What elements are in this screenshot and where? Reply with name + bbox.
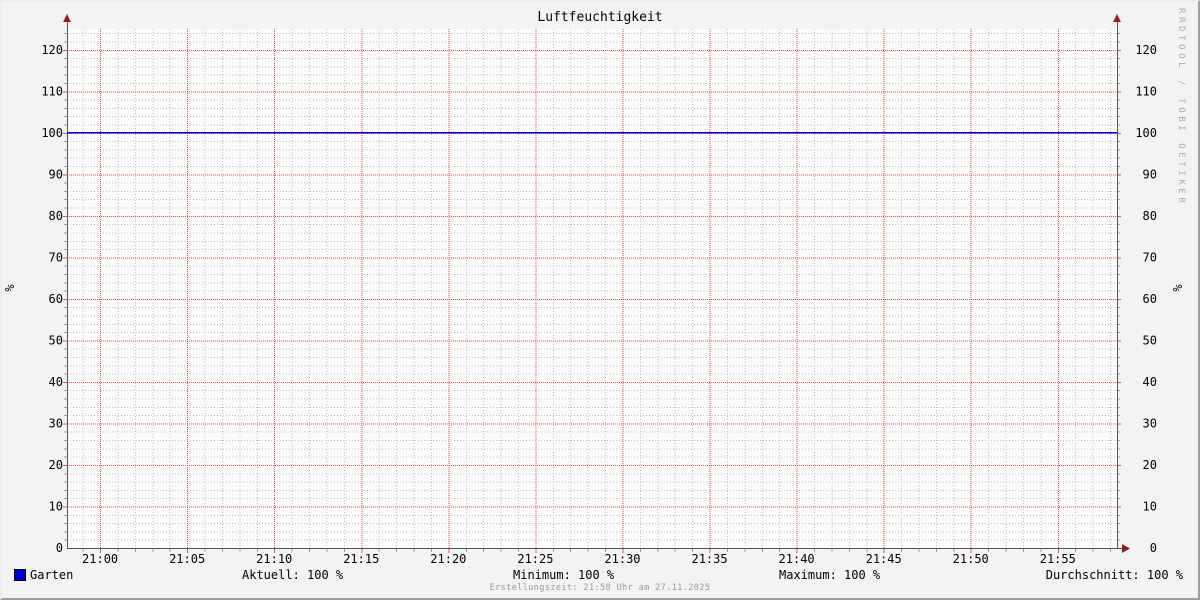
y-tick-label-left: 60 xyxy=(49,292,63,306)
y-tick-label-left: 100 xyxy=(41,126,63,140)
y-tick-label-right: 50 xyxy=(1143,333,1157,347)
x-tick-label: 21:40 xyxy=(779,552,815,566)
chart-canvas xyxy=(67,29,1117,548)
x-tick-label: 21:50 xyxy=(953,552,989,566)
stat-maximum: Maximum: 100 % xyxy=(779,568,881,582)
y-tick-label-left: 110 xyxy=(41,84,63,98)
y-tick-label-right: 30 xyxy=(1143,416,1157,430)
y-tick-label-right: 100 xyxy=(1135,126,1157,140)
chart-plot-area: 0 0 10 10 20 20 30 30 40 40 50 50 60 60 70 70 80 80 90 90 10… xyxy=(41,14,1157,566)
stat-durchschnitt: Durchschnitt: 100 % xyxy=(1045,568,1183,582)
y-tick-label-right: 60 xyxy=(1143,292,1157,306)
y-tick-label-right: 90 xyxy=(1143,167,1157,181)
y-tick-label-right: 0 xyxy=(1150,541,1157,555)
y-tick-label-left: 90 xyxy=(49,167,63,181)
x-tick-label: 21:45 xyxy=(866,552,902,566)
y-tick-label-left: 80 xyxy=(49,209,63,223)
rrdtool-watermark: RRDTOOL / TOBI OETIKER xyxy=(1176,8,1186,207)
legend-color-swatch xyxy=(14,569,26,581)
x-tick-label: 21:20 xyxy=(430,552,466,566)
y-tick-label-left: 50 xyxy=(49,333,63,347)
y-tick-label-left: 20 xyxy=(49,458,63,472)
y-tick-label-left: 70 xyxy=(49,250,63,264)
x-tick-label: 21:15 xyxy=(343,552,379,566)
rrdtool-graph-window: { "title": "Luftfeuchtigkeit", "watermar… xyxy=(0,0,1200,600)
x-tick-label: 21:35 xyxy=(691,552,727,566)
creation-timestamp: Erstellungszeit: 21:58 Uhr am 27.11.2025 xyxy=(489,583,711,593)
chart-title: Luftfeuchtigkeit xyxy=(537,10,663,25)
y-tick-label-right: 70 xyxy=(1143,250,1157,264)
legend-series-label: Garten xyxy=(30,568,74,582)
y-tick-label-left: 120 xyxy=(41,43,63,57)
y-tick-label-left: 10 xyxy=(49,499,63,513)
y-axis-label-left: % xyxy=(3,284,17,292)
y-tick-label-right: 110 xyxy=(1135,84,1157,98)
x-tick-label: 21:00 xyxy=(82,552,118,566)
y-tick-label-left: 30 xyxy=(49,416,63,430)
x-axis-arrow xyxy=(1122,544,1130,553)
stat-minimum: Minimum: 100 % xyxy=(513,568,615,582)
x-tick-label: 21:05 xyxy=(169,552,205,566)
stat-aktuell: Aktuell: 100 % xyxy=(242,568,344,582)
y-tick-label-right: 20 xyxy=(1143,458,1157,472)
y-tick-label-right: 80 xyxy=(1143,209,1157,223)
y-tick-label-right: 120 xyxy=(1135,43,1157,57)
y-tick-label-right: 40 xyxy=(1143,375,1157,389)
y-tick-label-left: 40 xyxy=(49,375,63,389)
x-tick-label: 21:25 xyxy=(517,552,553,566)
y-tick-label-left: 0 xyxy=(56,541,63,555)
y-tick-label-right: 10 xyxy=(1143,499,1157,513)
y-axis-label-right: % xyxy=(1171,284,1185,292)
x-tick-label: 21:55 xyxy=(1040,552,1076,566)
x-tick-label: 21:30 xyxy=(604,552,640,566)
x-tick-label: 21:10 xyxy=(256,552,292,566)
